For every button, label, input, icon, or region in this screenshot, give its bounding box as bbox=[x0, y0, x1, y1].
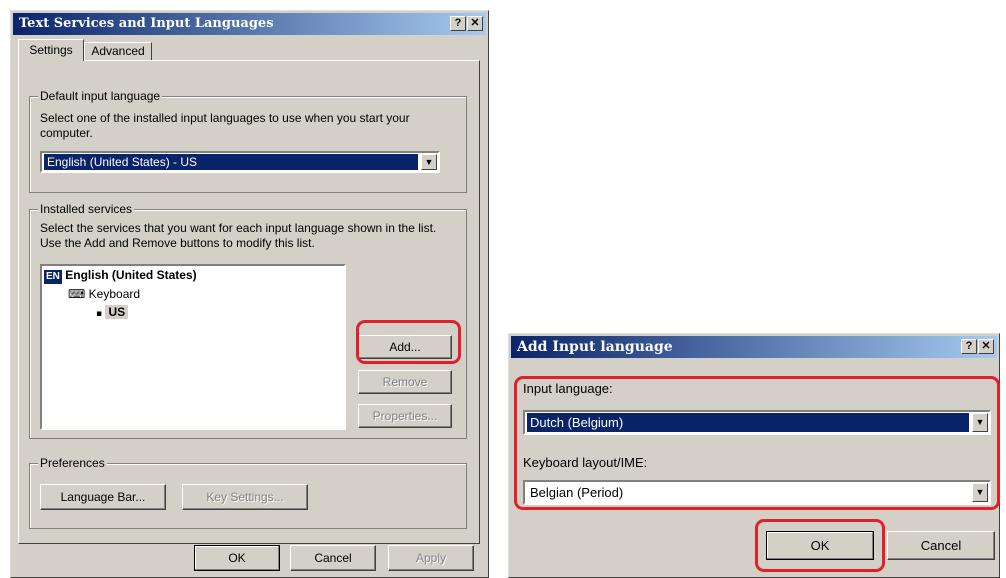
installed-services-legend: Installed services bbox=[38, 202, 135, 216]
settings-tab-panel: Default input language Select one of the… bbox=[18, 60, 480, 544]
tree-item-language[interactable]: EN English (United States) bbox=[44, 268, 197, 284]
main-dialog-title: Text Services and Input Languages bbox=[19, 16, 274, 31]
close-icon[interactable]: ✕ bbox=[467, 16, 483, 31]
default-language-value: English (United States) - US bbox=[44, 154, 418, 170]
default-language-select[interactable]: English (United States) - US ▼ bbox=[40, 151, 440, 173]
tab-settings[interactable]: Settings bbox=[18, 39, 84, 61]
key-settings-button[interactable]: Key Settings... bbox=[182, 484, 308, 510]
add-dialog-ok-highlight bbox=[755, 519, 885, 572]
add-dialog-close-icon[interactable]: ✕ bbox=[978, 339, 994, 354]
add-dialog-titlebar[interactable]: Add Input language ? ✕ bbox=[511, 336, 997, 358]
tree-item-keyboard[interactable]: ⌨ Keyboard bbox=[68, 287, 140, 301]
apply-button[interactable]: Apply bbox=[388, 545, 474, 571]
tree-item-layout[interactable]: ▪ US bbox=[96, 305, 129, 319]
add-dialog-title: Add Input language bbox=[517, 339, 673, 355]
tree-layout-label: US bbox=[105, 305, 129, 319]
main-dialog: Text Services and Input Languages ? ✕ Se… bbox=[10, 10, 489, 578]
bullet-icon: ▪ bbox=[96, 309, 103, 319]
ok-button[interactable]: OK bbox=[194, 545, 280, 571]
tree-language-label: English (United States) bbox=[65, 268, 197, 282]
language-bar-button[interactable]: Language Bar... bbox=[40, 484, 166, 510]
main-titlebar[interactable]: Text Services and Input Languages ? ✕ bbox=[13, 13, 486, 35]
language-fields-highlight bbox=[514, 376, 1000, 510]
tab-advanced-label: Advanced bbox=[91, 44, 145, 58]
tab-advanced[interactable]: Advanced bbox=[84, 42, 152, 61]
default-language-group: Default input language Select one of the… bbox=[29, 89, 467, 193]
help-icon[interactable]: ? bbox=[450, 16, 466, 31]
tab-settings-label: Settings bbox=[29, 43, 73, 57]
properties-button[interactable]: Properties... bbox=[358, 404, 452, 428]
tree-keyboard-label: Keyboard bbox=[88, 287, 141, 301]
dropdown-arrow-icon[interactable]: ▼ bbox=[421, 154, 437, 170]
installed-services-description: Select the services that you want for ea… bbox=[40, 221, 437, 250]
add-button-highlight bbox=[356, 320, 461, 364]
preferences-legend: Preferences bbox=[38, 456, 107, 470]
services-tree[interactable]: EN English (United States) ⌨ Keyboard ▪ … bbox=[40, 264, 346, 430]
default-language-description: Select one of the installed input langua… bbox=[40, 111, 410, 140]
add-dialog-help-icon[interactable]: ? bbox=[961, 339, 977, 354]
cancel-button[interactable]: Cancel bbox=[290, 545, 376, 571]
add-dialog-cancel-button[interactable]: Cancel bbox=[887, 531, 995, 560]
language-badge-icon: EN bbox=[44, 270, 62, 284]
remove-button[interactable]: Remove bbox=[358, 370, 452, 394]
keyboard-icon: ⌨ bbox=[68, 287, 86, 301]
preferences-group: Preferences Language Bar... Key Settings… bbox=[29, 456, 467, 529]
default-language-legend: Default input language bbox=[38, 89, 163, 103]
